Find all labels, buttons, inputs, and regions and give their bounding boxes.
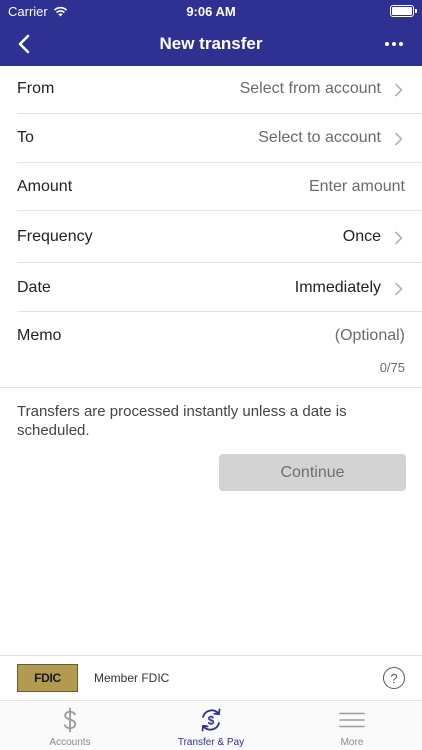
transfer-pay-icon: $ <box>201 708 221 732</box>
to-account-row[interactable]: To Select to account <box>0 114 422 162</box>
chevron-right-icon <box>395 282 403 296</box>
battery-level <box>392 7 412 15</box>
dollar-icon <box>63 707 77 733</box>
from-label: From <box>17 80 55 97</box>
frequency-value: Once <box>342 228 381 245</box>
amount-input[interactable] <box>185 176 405 198</box>
amount-label: Amount <box>17 178 73 195</box>
member-fdic-label: Member FDIC <box>94 671 170 685</box>
date-label: Date <box>17 279 51 296</box>
memo-label: Memo <box>17 327 62 344</box>
transfer-note: Transfers are processed instantly unless… <box>17 403 347 439</box>
tab-transfer-pay-label: Transfer & Pay <box>177 737 245 748</box>
chevron-right-icon <box>395 231 403 245</box>
more-options-button[interactable] <box>380 30 408 58</box>
tab-transfer-pay[interactable]: $ Transfer & Pay <box>141 701 281 750</box>
question-mark-icon: ? <box>390 670 398 686</box>
fdic-bar: FDIC Member FDIC ? <box>0 655 422 700</box>
chevron-right-icon <box>395 83 403 97</box>
clock: 9:06 AM <box>186 4 236 19</box>
memo-row: Memo <box>0 312 422 387</box>
tab-accounts[interactable]: Accounts <box>0 701 140 750</box>
more-dot-icon <box>399 42 403 46</box>
battery-icon <box>390 5 417 17</box>
page-title: New transfer <box>159 34 263 53</box>
to-label: To <box>17 129 34 146</box>
from-account-row[interactable]: From Select from account <box>0 66 422 114</box>
date-row[interactable]: Date Immediately <box>0 263 422 311</box>
memo-character-count: 0/75 <box>379 360 405 375</box>
tab-more[interactable]: More <box>282 701 422 750</box>
fdic-logo: FDIC <box>17 664 78 692</box>
frequency-label: Frequency <box>17 228 93 245</box>
continue-button[interactable]: Continue <box>219 454 406 491</box>
tab-accounts-label: Accounts <box>49 737 91 748</box>
frequency-row[interactable]: Frequency Once <box>0 211 422 262</box>
from-value: Select from account <box>239 80 381 97</box>
tab-more-label: More <box>340 737 364 748</box>
fdic-logo-text: FDIC <box>34 671 61 685</box>
svg-text:$: $ <box>208 714 215 728</box>
date-value: Immediately <box>294 279 381 296</box>
chevron-right-icon <box>395 132 403 146</box>
status-bar: Carrier 9:06 AM <box>0 0 422 22</box>
amount-row: Amount <box>0 163 422 210</box>
to-value: Select to account <box>258 129 381 146</box>
nav-bar: New transfer <box>0 22 422 66</box>
more-dot-icon <box>392 42 396 46</box>
tab-bar: Accounts $ Transfer & Pay More <box>0 700 422 750</box>
help-button[interactable]: ? <box>383 667 405 689</box>
menu-icon <box>339 712 365 728</box>
memo-input[interactable] <box>185 325 405 347</box>
header: Carrier 9:06 AM New transfer <box>0 0 422 66</box>
divider <box>0 387 422 388</box>
more-dot-icon <box>385 42 389 46</box>
